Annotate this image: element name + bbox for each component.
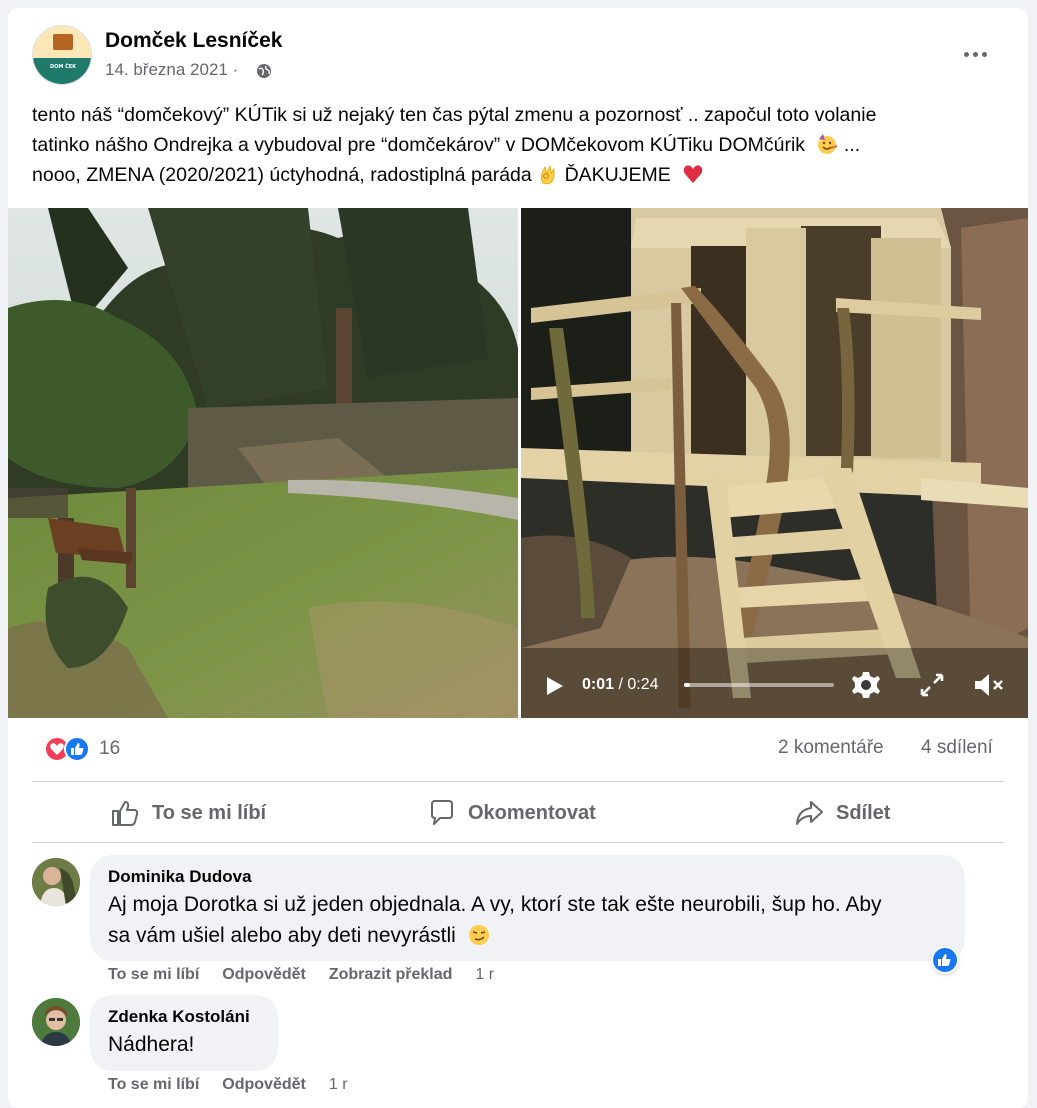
ok-hand-emoji-icon [540,164,555,185]
divider-bottom [32,842,1004,843]
thumbs-up-icon [112,801,139,826]
comment-actions: To se mi líbí Odpovědět Zobrazit překlad… [108,966,517,984]
post-text-line-3: nooo, ZMENA (2020/2021) úctyhodná, rados… [32,160,1012,190]
comment-like-link[interactable]: To se mi líbí [108,966,199,984]
comment-icon [431,800,453,825]
comment-like-badge-icon[interactable] [931,946,959,974]
share-icon [796,801,823,825]
comment-translate-link[interactable]: Zobrazit překlad [329,966,453,984]
page-name[interactable]: Domček Lesníček [105,29,282,53]
comment-bubble: Dominika Dudova Aj moja Dorotka si už je… [90,855,965,961]
post-text-line-2: tatinko nášho Ondrejka a vybudoval pre “… [32,134,861,156]
comment-author[interactable]: Dominika Dudova [108,865,947,889]
avatar-image [32,998,80,1046]
comment-button[interactable]: Okomentovat [428,793,596,833]
avatar-logo-text: DOM ČEK [49,64,77,70]
post-card: DOM ČEK Domček Lesníček 14. března 2021 … [8,8,1028,1108]
playhouse-video[interactable] [521,208,1028,718]
video-time: 0:01 / 0:24 [582,676,659,693]
page-avatar[interactable]: DOM ČEK [32,25,92,85]
garden-photo-illustration [8,208,518,718]
gear-icon[interactable] [850,669,882,701]
video-progress-bar[interactable] [684,683,834,687]
garden-photo[interactable] [8,208,518,718]
comment-text: Nádhera! [108,1033,195,1056]
more-options-icon[interactable] [962,44,992,60]
comments-count[interactable]: 2 komentáře [778,737,884,759]
shares-count[interactable]: 4 sdílení [921,737,993,759]
smirking-face-emoji-icon [468,925,489,945]
comment-time[interactable]: 1 r [329,1076,348,1094]
post-text: tento náš “domčekový” KÚTik si už nejaký… [32,100,1012,190]
avatar[interactable] [32,858,80,906]
like-button[interactable]: To se mi líbí [110,793,266,833]
comment-time[interactable]: 1 r [475,966,494,984]
post-text-line-1: tento náš “domčekový” KÚTik si už nejaký… [32,104,877,126]
like-reaction-icon[interactable] [64,736,90,762]
avatar[interactable] [32,998,80,1046]
comment-like-link[interactable]: To se mi líbí [108,1076,199,1094]
divider-top [32,781,1004,782]
comment-reply-link[interactable]: Odpovědět [222,966,306,984]
mute-icon[interactable] [972,670,1006,700]
reaction-count[interactable]: 16 [99,738,120,760]
partying-face-emoji-icon [818,134,838,154]
play-icon[interactable] [542,674,566,698]
post-date[interactable]: 14. března 2021 · [105,60,238,80]
red-heart-emoji-icon [683,165,703,183]
house-icon [53,34,73,50]
share-button[interactable]: Sdílet [794,793,890,833]
avatar-image [32,858,80,906]
comment-author[interactable]: Zdenka Kostoláni [108,1005,260,1029]
playhouse-video-frame [521,208,1028,718]
globe-icon [257,64,271,78]
video-progress-fill [684,683,690,687]
comment-actions: To se mi líbí Odpovědět 1 r [108,1076,371,1094]
fullscreen-icon[interactable] [918,671,946,699]
comment-bubble: Zdenka Kostoláni Nádhera! [90,995,278,1071]
comment-reply-link[interactable]: Odpovědět [222,1076,306,1094]
comment-text: Aj moja Dorotka si už jeden objednala. A… [108,893,882,947]
